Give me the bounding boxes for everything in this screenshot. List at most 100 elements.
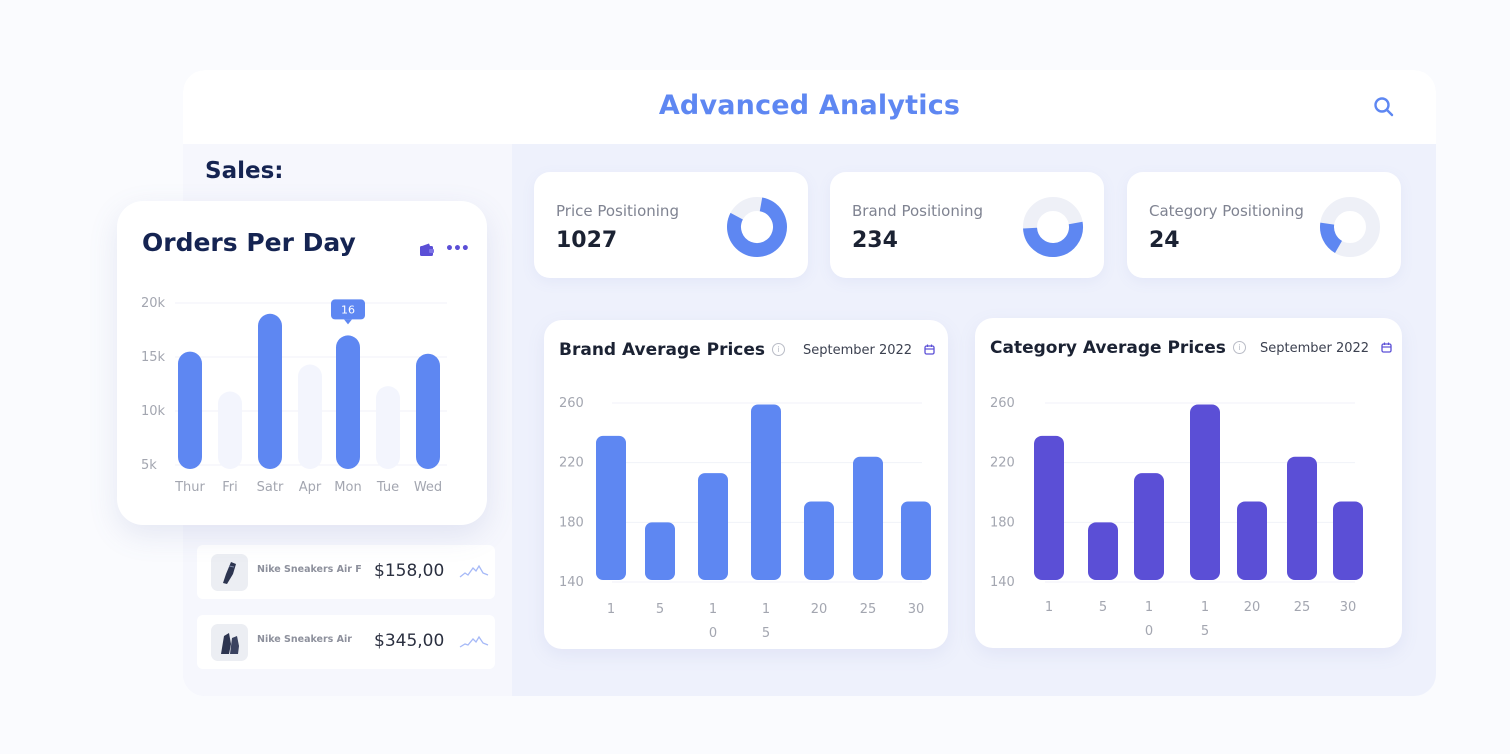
kpi-label: Brand Positioning (852, 202, 984, 220)
x-tick-label: Mon (334, 480, 361, 495)
x-tick-label: Wed (414, 480, 442, 495)
y-tick-label: 5k (141, 458, 157, 473)
period-label[interactable]: September 2022 (1260, 341, 1369, 356)
bar[interactable] (336, 335, 360, 469)
info-icon[interactable]: i (1233, 341, 1246, 354)
y-tick-label: 10k (141, 404, 166, 419)
kpi-brand-positioning[interactable]: Brand Positioning 234 (830, 172, 1104, 278)
donut-chart-icon (1320, 197, 1380, 257)
x-tick-label: 1 (1045, 600, 1053, 615)
bar[interactable] (1190, 404, 1220, 580)
x-tick-label: Satr (257, 480, 284, 495)
y-tick-label: 140 (990, 575, 1015, 590)
orders-per-day-card: 20k 15k 10k 5k Thur Fri Satr Apr Mon Tue Wed 16 Ord… (117, 201, 487, 525)
chart-title: Category Average Prices (990, 338, 1226, 358)
bar[interactable] (416, 353, 440, 469)
header: Advanced Analytics (183, 70, 1436, 144)
x-tick-label: 5 (1201, 624, 1209, 639)
y-tick-label: 180 (559, 515, 584, 530)
kpi-label: Category Positioning (1149, 202, 1304, 220)
x-tick-label: 5 (656, 602, 664, 617)
sparkline-icon (459, 635, 489, 648)
kpi-label: Price Positioning (556, 202, 679, 220)
chart-title: Brand Average Prices (559, 340, 766, 360)
bar[interactable] (804, 501, 834, 580)
product-item[interactable]: Nike Sneakers Air F $158,00 (197, 545, 495, 599)
x-tick-label: 30 (908, 602, 925, 617)
bar[interactable] (751, 404, 781, 580)
y-tick-label: 260 (990, 396, 1015, 411)
bar[interactable] (901, 501, 931, 580)
x-tick-label: 25 (1294, 600, 1311, 615)
x-tick-label: 20 (811, 602, 828, 617)
bar[interactable] (1088, 522, 1118, 580)
bar[interactable] (218, 391, 242, 469)
y-tick-label: 15k (141, 350, 166, 365)
wallet-icon[interactable] (419, 243, 435, 257)
y-tick-label: 140 (559, 575, 584, 590)
brand-average-prices-card: 260 220 180 140 1 5 1 0 1 5 20 25 30 Brand Average P… (544, 320, 948, 649)
x-tick-label: 1 (762, 602, 770, 617)
x-tick-label: Apr (299, 480, 322, 495)
calendar-icon[interactable] (1381, 342, 1392, 353)
bar[interactable] (853, 456, 883, 580)
bar[interactable] (298, 364, 322, 469)
donut-segment (1320, 222, 1343, 253)
bar[interactable] (645, 522, 675, 580)
product-price: $345,00 (374, 631, 445, 651)
brand-average-prices-chart: 2602201801401 5 101520 25 30 (559, 396, 931, 641)
x-tick-label: 0 (1145, 624, 1153, 639)
category-average-prices-chart: 2602201801401 5 101520 25 30 (990, 396, 1363, 639)
x-tick-label: 30 (1340, 600, 1357, 615)
y-tick-label: 260 (559, 396, 584, 411)
calendar-icon[interactable] (924, 344, 935, 355)
product-price: $158,00 (374, 561, 445, 581)
kpi-value: 24 (1149, 228, 1180, 253)
sales-label: Sales: (205, 158, 284, 184)
period-label[interactable]: September 2022 (803, 343, 912, 358)
bar[interactable] (1134, 473, 1164, 580)
donut-chart-icon (1023, 197, 1083, 257)
sneaker-icon (211, 554, 248, 591)
x-tick-label: 0 (709, 626, 717, 641)
x-tick-label: 20 (1244, 600, 1261, 615)
kpi-price-positioning[interactable]: Price Positioning 1027 (534, 172, 808, 278)
sparkline-icon (459, 564, 489, 578)
x-tick-label: 5 (1099, 600, 1107, 615)
bar[interactable] (1034, 435, 1064, 580)
x-tick-label: 5 (762, 626, 770, 641)
x-tick-label: 1 (1145, 600, 1153, 615)
x-tick-label: 1 (607, 602, 615, 617)
bar[interactable] (1333, 501, 1363, 580)
product-name: Nike Sneakers Air F (257, 564, 362, 575)
y-tick-label: 220 (990, 456, 1015, 471)
bar[interactable] (596, 435, 626, 580)
y-tick-label: 20k (141, 296, 166, 311)
product-name: Nike Sneakers Air (257, 634, 352, 645)
bar[interactable] (1287, 456, 1317, 580)
x-tick-label: 1 (1201, 600, 1209, 615)
info-icon[interactable]: i (772, 343, 785, 356)
x-tick-label: Fri (222, 480, 238, 495)
card-title: Orders Per Day (142, 228, 356, 257)
x-tick-label: Tue (376, 480, 399, 495)
category-average-prices-card: 260 220 180 140 1 5 1 0 1 5 20 25 30 Category Averag… (975, 318, 1402, 648)
y-tick-label: 180 (990, 515, 1015, 530)
tooltip-pointer (344, 319, 352, 325)
bar[interactable] (178, 351, 202, 469)
product-item[interactable]: Nike Sneakers Air $345,00 (197, 615, 495, 669)
bar[interactable] (258, 313, 282, 469)
more-icon[interactable]: ••• (445, 241, 470, 257)
bar[interactable] (376, 386, 400, 469)
kpi-category-positioning[interactable]: Category Positioning 24 (1127, 172, 1401, 278)
x-tick-label: 25 (860, 602, 877, 617)
search-icon[interactable] (1372, 95, 1396, 119)
bar[interactable] (698, 473, 728, 580)
x-tick-label: Thur (174, 480, 205, 495)
kpi-value: 234 (852, 228, 898, 253)
kpi-value: 1027 (556, 228, 618, 253)
donut-chart-icon (727, 197, 787, 257)
y-tick-label: 220 (559, 456, 584, 471)
page-title: Advanced Analytics (658, 90, 961, 121)
bar[interactable] (1237, 501, 1267, 580)
